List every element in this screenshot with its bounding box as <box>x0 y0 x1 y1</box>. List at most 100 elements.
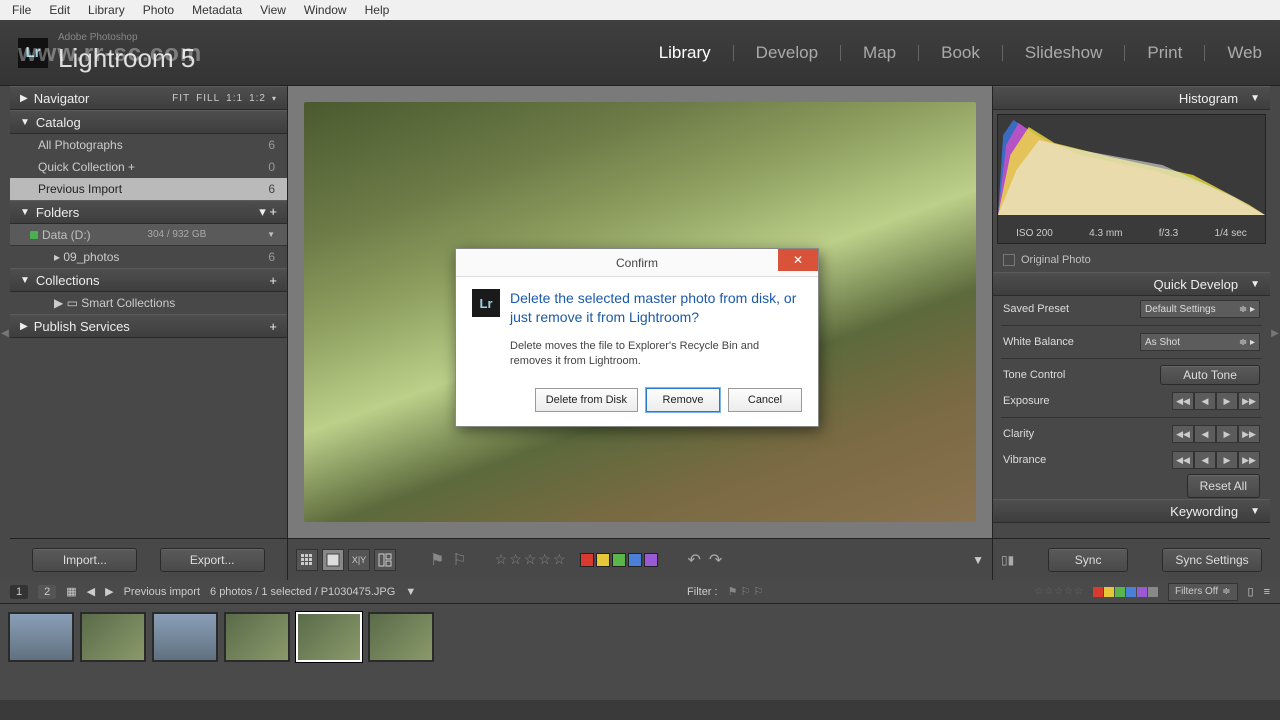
filter-colors[interactable] <box>1093 587 1158 597</box>
nav-forward-icon[interactable]: ▶ <box>105 585 113 598</box>
label-green[interactable] <box>612 553 626 567</box>
remove-button[interactable]: Remove <box>646 388 720 412</box>
menu-library[interactable]: Library <box>80 1 133 19</box>
exposure-stepper[interactable]: ◀◀◀▶▶▶ <box>1172 392 1260 410</box>
chevron-down-icon[interactable]: ▾ <box>272 94 277 103</box>
smart-collections[interactable]: ▶ ▭ Smart Collections <box>10 292 287 314</box>
menu-window[interactable]: Window <box>296 1 355 19</box>
filter-stars[interactable]: ☆☆☆☆☆ <box>1034 586 1083 597</box>
auto-tone-button[interactable]: Auto Tone <box>1160 365 1260 385</box>
folders-header[interactable]: ▼Folders▾ + <box>10 200 287 224</box>
label-purple[interactable] <box>644 553 658 567</box>
delete-from-disk-button[interactable]: Delete from Disk <box>535 388 638 412</box>
rotate-ccw-icon[interactable]: ↶ <box>688 550 701 570</box>
nav-1-1[interactable]: 1:1 <box>226 93 243 104</box>
dialog-close-button[interactable]: ✕ <box>778 249 818 271</box>
menu-file[interactable]: File <box>4 1 39 19</box>
label-blue[interactable] <box>628 553 642 567</box>
keywording-header[interactable]: Keywording▼ <box>993 499 1270 523</box>
collections-header[interactable]: ▼Collections+ <box>10 268 287 292</box>
sync-button[interactable]: Sync <box>1048 548 1128 572</box>
left-edge-collapse[interactable]: ◀ <box>0 86 10 580</box>
source-label[interactable]: Previous import <box>124 586 200 598</box>
thumb-2[interactable] <box>80 612 146 662</box>
import-button[interactable]: Import... <box>32 548 137 572</box>
vibrance-stepper[interactable]: ◀◀◀▶▶▶ <box>1172 451 1260 469</box>
thumb-1[interactable] <box>8 612 74 662</box>
survey-view-icon[interactable] <box>374 549 396 571</box>
nav-fill[interactable]: FILL <box>196 93 220 104</box>
toolbar-menu-icon[interactable]: ▼ <box>972 553 984 567</box>
loupe-view-icon[interactable] <box>322 549 344 571</box>
module-slideshow[interactable]: Slideshow <box>1025 43 1103 63</box>
wb-label: White Balance <box>1003 336 1074 348</box>
thumb-6[interactable] <box>368 612 434 662</box>
cancel-button[interactable]: Cancel <box>728 388 802 412</box>
module-print[interactable]: Print <box>1147 43 1182 63</box>
filter-flag-icon[interactable]: ⚑ ⚐ ⚐ <box>728 585 764 598</box>
module-map[interactable]: Map <box>863 43 896 63</box>
sync-toggle-icon[interactable]: ▯▮ <box>1001 553 1014 567</box>
saved-preset-select[interactable]: Default Settings≑ ▸ <box>1140 300 1260 318</box>
thumb-3[interactable] <box>152 612 218 662</box>
module-book[interactable]: Book <box>941 43 980 63</box>
module-library[interactable]: Library <box>659 43 711 63</box>
folder-09-photos[interactable]: ▸ 09_photos6 <box>10 246 287 268</box>
export-button[interactable]: Export... <box>160 548 265 572</box>
source-dropdown-icon[interactable]: ▼ <box>405 586 416 598</box>
rating-stars[interactable]: ☆☆☆☆☆ <box>495 551 566 568</box>
navigator-header[interactable]: ▶Navigator FIT FILL 1:1 1:2 ▾ <box>10 86 287 110</box>
catalog-all-photographs[interactable]: All Photographs6 <box>10 134 287 156</box>
dialog-question: Delete the selected master photo from di… <box>510 289 802 327</box>
menu-help[interactable]: Help <box>357 1 398 19</box>
source-info: 6 photos / 1 selected / P1030475.JPG <box>210 586 395 598</box>
menu-view[interactable]: View <box>252 1 294 19</box>
monitor-2[interactable]: 2 <box>38 585 56 599</box>
filters-off-select[interactable]: Filters Off≑ <box>1168 583 1238 601</box>
folders-options-icon[interactable]: ▾ + <box>259 204 277 220</box>
original-photo-toggle[interactable]: Original Photo <box>993 248 1270 272</box>
grid-view-icon[interactable] <box>296 549 318 571</box>
right-panel: Histogram▼ ISO 200 4.3 mm f/3.3 1/4 sec … <box>992 86 1270 580</box>
flag-pick-icon[interactable]: ⚑ <box>430 550 444 570</box>
catalog-previous-import[interactable]: Previous Import6 <box>10 178 287 200</box>
label-red[interactable] <box>580 553 594 567</box>
disk-volume[interactable]: Data (D:) 304 / 932 GB ▼ <box>10 224 287 246</box>
monitor-1[interactable]: 1 <box>10 585 28 599</box>
reset-all-button[interactable]: Reset All <box>1187 474 1260 498</box>
sort-icon[interactable]: ≡ <box>1264 586 1270 598</box>
compare-view-icon[interactable]: X|Y <box>348 549 370 571</box>
plus-icon[interactable]: + <box>269 319 277 334</box>
filmstrip: 1 2 ▦ ◀ ▶ Previous import 6 photos / 1 s… <box>0 580 1280 700</box>
right-edge-collapse[interactable]: ▶ <box>1270 86 1280 580</box>
plus-icon[interactable]: + <box>269 273 277 288</box>
nav-1-2[interactable]: 1:2 <box>249 93 266 104</box>
nav-fit[interactable]: FIT <box>172 93 190 104</box>
grid-icon[interactable]: ▦ <box>66 585 76 598</box>
app-menubar: File Edit Library Photo Metadata View Wi… <box>0 0 1280 20</box>
clarity-stepper[interactable]: ◀◀◀▶▶▶ <box>1172 425 1260 443</box>
menu-photo[interactable]: Photo <box>135 1 182 19</box>
histogram-display[interactable]: ISO 200 4.3 mm f/3.3 1/4 sec <box>997 114 1266 244</box>
publish-header[interactable]: ▶Publish Services+ <box>10 314 287 338</box>
wb-select[interactable]: As Shot≑ ▸ <box>1140 333 1260 351</box>
thumb-4[interactable] <box>224 612 290 662</box>
label-yellow[interactable] <box>596 553 610 567</box>
catalog-quick-collection[interactable]: Quick Collection +0 <box>10 156 287 178</box>
module-develop[interactable]: Develop <box>756 43 818 63</box>
flag-reject-icon[interactable]: ⚐ <box>452 550 466 570</box>
thumb-5[interactable] <box>296 612 362 662</box>
filter-lock-icon[interactable]: ▯ <box>1248 585 1254 598</box>
nav-back-icon[interactable]: ◀ <box>87 585 95 598</box>
menu-metadata[interactable]: Metadata <box>184 1 250 19</box>
confirm-dialog: Confirm ✕ Lr Delete the selected master … <box>455 248 819 427</box>
quick-develop-header[interactable]: Quick Develop▼ <box>993 272 1270 296</box>
module-web[interactable]: Web <box>1227 43 1262 63</box>
tone-label: Tone Control <box>1003 369 1065 381</box>
chevron-down-icon[interactable]: ▼ <box>267 230 275 239</box>
histogram-header[interactable]: Histogram▼ <box>993 86 1270 110</box>
catalog-header[interactable]: ▼Catalog <box>10 110 287 134</box>
menu-edit[interactable]: Edit <box>41 1 78 19</box>
rotate-cw-icon[interactable]: ↷ <box>709 550 722 570</box>
sync-settings-button[interactable]: Sync Settings <box>1162 548 1262 572</box>
